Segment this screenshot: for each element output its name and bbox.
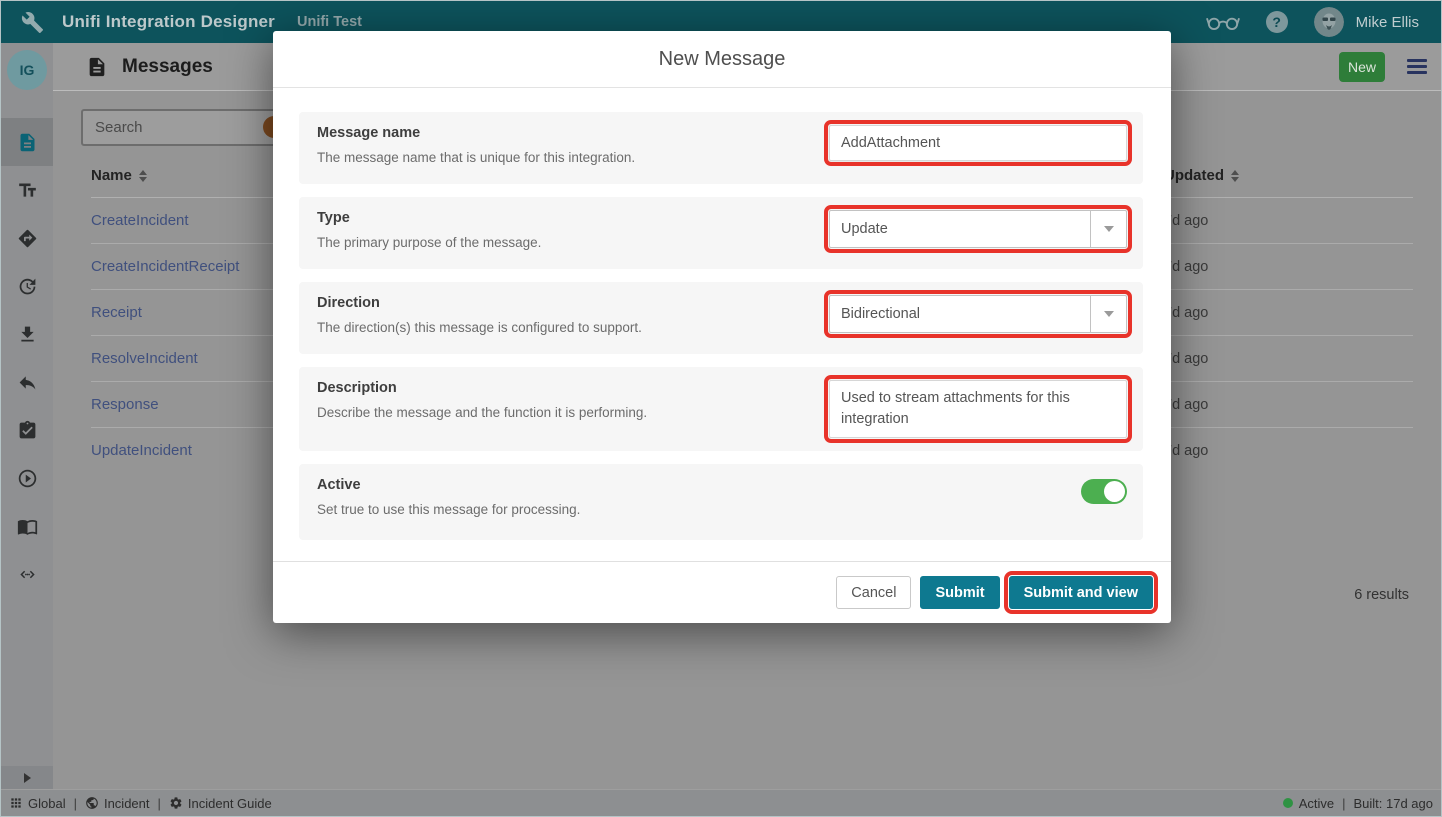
column-header-updated[interactable]: Updated bbox=[1164, 167, 1239, 184]
sidebar-item-download[interactable] bbox=[1, 310, 53, 358]
download-icon bbox=[20, 326, 34, 341]
active-toggle[interactable] bbox=[1081, 479, 1127, 504]
sidebar-item-messages[interactable] bbox=[1, 118, 53, 166]
type-select[interactable]: Update bbox=[824, 205, 1132, 253]
preview-glasses-button[interactable] bbox=[1205, 14, 1240, 31]
document-icon bbox=[20, 133, 34, 151]
messages-icon bbox=[89, 57, 105, 76]
environment-link[interactable]: Unifi Test bbox=[297, 14, 362, 30]
glasses-icon bbox=[1205, 17, 1240, 30]
field-help: Describe the message and the function it… bbox=[317, 405, 648, 420]
field-help: The message name that is unique for this… bbox=[317, 150, 636, 165]
chevron-down-icon bbox=[1090, 296, 1126, 332]
message-name-input[interactable] bbox=[824, 120, 1132, 166]
avatar-face-icon bbox=[1313, 7, 1344, 37]
sidebar-item-reply[interactable] bbox=[1, 358, 53, 406]
globe-icon bbox=[86, 797, 98, 809]
submit-and-view-button[interactable]: Submit and view bbox=[1003, 571, 1159, 614]
message-name-link[interactable]: ResolveIncident bbox=[91, 336, 198, 382]
help-icon: ? bbox=[1265, 11, 1288, 33]
field-label: Type bbox=[317, 210, 350, 226]
app-window: Unifi Integration Designer Unifi Test ? bbox=[0, 0, 1442, 817]
history-icon bbox=[19, 278, 35, 294]
code-icon bbox=[19, 570, 35, 578]
status-bar: Global | Incident | Incident Guide Activ… bbox=[1, 789, 1441, 816]
toggle-knob-icon bbox=[1104, 481, 1125, 502]
user-name: Mike Ellis bbox=[1355, 13, 1419, 31]
description-textarea[interactable]: Used to stream attachments for this inte… bbox=[824, 375, 1132, 443]
chevron-down-icon bbox=[1090, 211, 1126, 247]
help-button[interactable]: ? bbox=[1265, 11, 1288, 33]
reply-icon bbox=[19, 375, 35, 389]
workspace-avatar[interactable]: IG bbox=[7, 50, 47, 90]
scope-global[interactable]: Global bbox=[9, 796, 66, 811]
sidebar-item-directions[interactable] bbox=[1, 214, 53, 262]
separator: | bbox=[73, 795, 77, 811]
modal-footer: Cancel Submit Submit and view bbox=[273, 561, 1171, 623]
field-message-name: Message name The message name that is un… bbox=[299, 112, 1143, 184]
user-menu[interactable]: Mike Ellis bbox=[1313, 7, 1419, 37]
menu-button[interactable] bbox=[1407, 59, 1427, 74]
chevron-right-icon bbox=[23, 772, 31, 783]
tasks-icon bbox=[19, 420, 35, 438]
modal-body: Message name The message name that is un… bbox=[273, 88, 1171, 540]
built-text: Built: 17d ago bbox=[1353, 795, 1433, 811]
new-message-modal: New Message Message name The message nam… bbox=[273, 31, 1171, 623]
app-title: Unifi Integration Designer bbox=[62, 12, 275, 31]
wrench-icon bbox=[21, 11, 44, 33]
sidebar-expand-button[interactable] bbox=[1, 766, 53, 789]
sidebar: IG bbox=[1, 43, 53, 789]
modal-title: New Message bbox=[658, 47, 786, 70]
field-type: Type The primary purpose of the message.… bbox=[299, 197, 1143, 269]
message-name-link[interactable]: UpdateIncident bbox=[91, 428, 192, 474]
gear-icon bbox=[170, 797, 182, 809]
direction-select-value: Bidirectional bbox=[841, 306, 920, 322]
field-active: Active Set true to use this message for … bbox=[299, 464, 1143, 540]
results-count: 6 results bbox=[1354, 587, 1409, 603]
page-title: Messages bbox=[122, 55, 213, 77]
separator: | bbox=[157, 795, 161, 811]
field-description: Description Describe the message and the… bbox=[299, 367, 1143, 451]
column-header-name[interactable]: Name bbox=[91, 167, 147, 184]
field-label: Message name bbox=[317, 125, 421, 141]
submit-button[interactable]: Submit bbox=[920, 576, 1000, 609]
grid-icon bbox=[11, 798, 21, 808]
user-avatar bbox=[1313, 7, 1344, 37]
sort-icon bbox=[138, 169, 147, 182]
new-button[interactable]: New bbox=[1339, 51, 1385, 82]
directions-icon bbox=[18, 229, 36, 247]
field-help: The primary purpose of the message. bbox=[317, 235, 542, 250]
field-direction: Direction The direction(s) this message … bbox=[299, 282, 1143, 354]
field-help: Set true to use this message for process… bbox=[317, 502, 581, 517]
sidebar-item-api[interactable] bbox=[1, 550, 53, 598]
scope-application[interactable]: Incident bbox=[85, 796, 150, 811]
status-dot-icon bbox=[1282, 798, 1293, 808]
type-select-value: Update bbox=[841, 221, 888, 237]
message-name-link[interactable]: Response bbox=[91, 382, 159, 428]
field-label: Direction bbox=[317, 295, 380, 311]
field-help: The direction(s) this message is configu… bbox=[317, 320, 642, 335]
sidebar-nav bbox=[1, 118, 53, 598]
modal-header: New Message bbox=[273, 31, 1171, 88]
sidebar-item-tasks[interactable] bbox=[1, 406, 53, 454]
status-text: Active bbox=[1298, 795, 1335, 811]
field-label: Active bbox=[317, 477, 361, 493]
sidebar-item-fields[interactable] bbox=[1, 166, 53, 214]
cancel-button[interactable]: Cancel bbox=[836, 576, 912, 609]
separator: | bbox=[1342, 795, 1346, 811]
sort-icon bbox=[1231, 169, 1239, 182]
sidebar-item-run[interactable] bbox=[1, 454, 53, 502]
sidebar-item-history[interactable] bbox=[1, 262, 53, 310]
message-name-link[interactable]: Receipt bbox=[91, 290, 142, 336]
scope-integration[interactable]: Incident Guide bbox=[169, 796, 272, 811]
message-name-link[interactable]: CreateIncident bbox=[91, 198, 189, 244]
direction-select[interactable]: Bidirectional bbox=[824, 290, 1132, 338]
text-fields-icon bbox=[18, 183, 36, 197]
play-circle-icon bbox=[18, 469, 36, 487]
sidebar-item-documentation[interactable] bbox=[1, 502, 53, 550]
book-icon bbox=[17, 519, 37, 535]
field-label: Description bbox=[317, 380, 397, 396]
message-name-link[interactable]: CreateIncidentReceipt bbox=[91, 244, 239, 290]
